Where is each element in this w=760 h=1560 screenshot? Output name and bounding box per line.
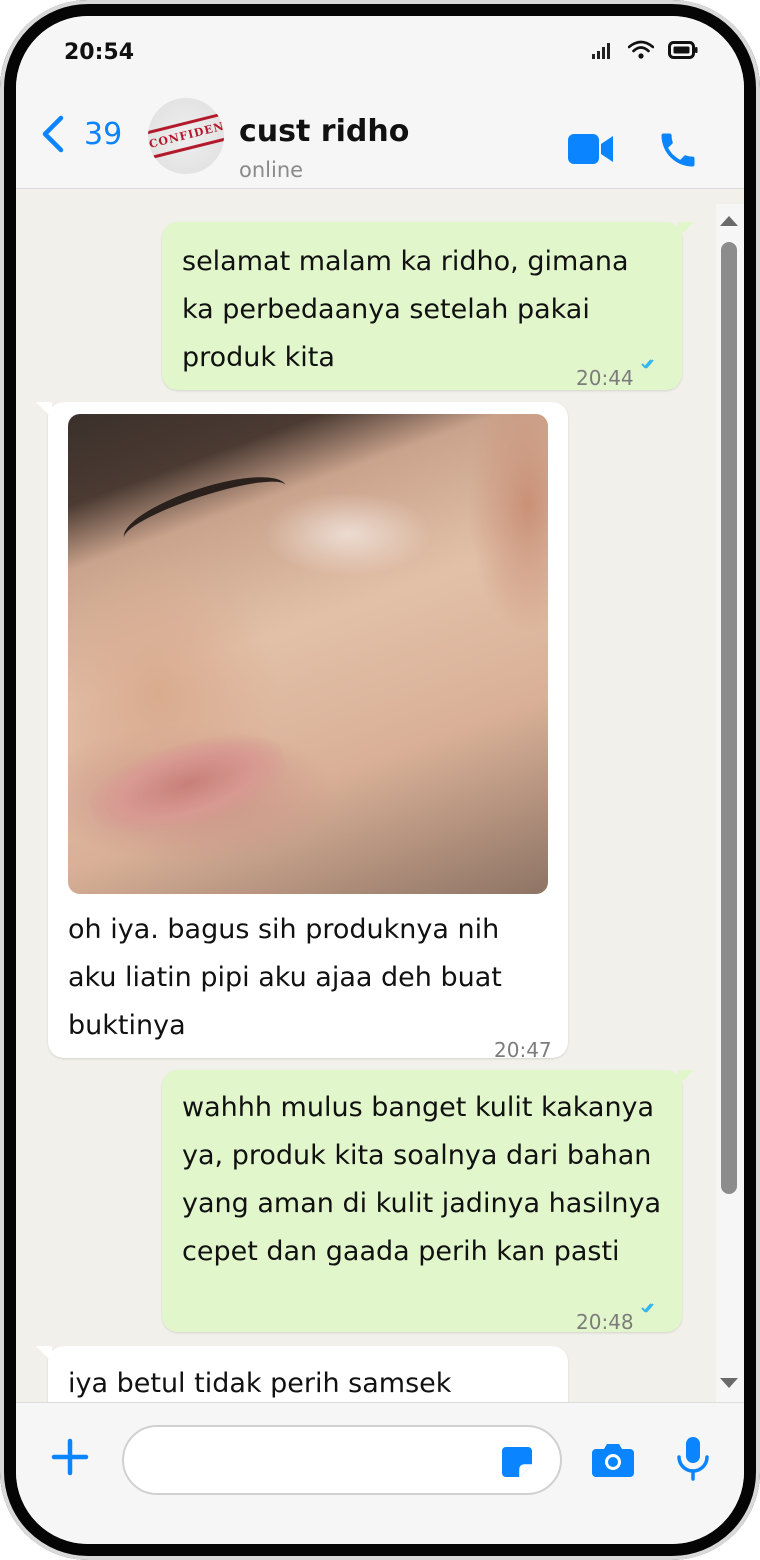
wifi-icon: [628, 40, 654, 59]
message-input[interactable]: [122, 1425, 562, 1495]
scroll-down-arrow[interactable]: [720, 1378, 738, 1388]
screen: 20:54 39 CONFIDENTIAL cust ridho online …: [16, 16, 744, 1544]
scroll-thumb[interactable]: [721, 242, 737, 1194]
read-ticks-icon: [641, 359, 654, 369]
status-time: 20:54: [64, 40, 135, 65]
message-bubble-outgoing[interactable]: wahhh mulus banget kulit kakanya ya, pro…: [162, 1070, 694, 1334]
message-bubble-incoming[interactable]: iya betul tidak perih samsek: [36, 1346, 568, 1402]
message-text: iya betul tidak perih samsek: [68, 1368, 452, 1399]
photo-eye-detail: [116, 462, 294, 562]
camera-button[interactable]: [592, 1441, 634, 1481]
unread-count: 39: [84, 116, 123, 152]
microphone-button[interactable]: [676, 1437, 710, 1485]
status-icons: [592, 40, 698, 60]
plus-icon: [51, 1438, 89, 1476]
battery-icon: [668, 41, 698, 59]
signal-icon: [592, 43, 610, 59]
camera-icon: [592, 1444, 634, 1477]
avatar-stamp: CONFIDENTIAL: [148, 109, 224, 159]
scroll-up-arrow[interactable]: [720, 216, 738, 226]
bubble-tail: [678, 1070, 694, 1086]
message-text: oh iya. bagus sih produknya nih aku liat…: [68, 914, 502, 1041]
microphone-icon: [677, 1437, 709, 1481]
message-time: 20:47: [494, 1038, 552, 1062]
message-time: 20:44: [576, 366, 634, 390]
bubble-tail: [36, 402, 52, 418]
message-time: 20:48: [576, 1310, 634, 1334]
avatar[interactable]: CONFIDENTIAL: [148, 98, 224, 174]
contact-status: online: [239, 158, 304, 182]
phone-call-icon: [661, 133, 695, 167]
read-ticks-icon: [641, 1303, 654, 1313]
message-bubble-outgoing[interactable]: selamat malam ka ridho, gimana ka perbed…: [162, 222, 694, 390]
message-text: wahhh mulus banget kulit kakanya ya, pro…: [182, 1092, 662, 1267]
status-bar: 20:54: [16, 16, 744, 92]
scrollbar[interactable]: [716, 204, 744, 1402]
photo-attachment[interactable]: [68, 414, 548, 894]
chat-header: 39 CONFIDENTIAL cust ridho online: [16, 92, 744, 189]
chat-area[interactable]: selamat malam ka ridho, gimana ka perbed…: [16, 188, 744, 1402]
sticker-icon: [502, 1447, 532, 1477]
bubble-tail: [36, 1346, 52, 1362]
bubble-tail: [678, 222, 694, 238]
sticker-button[interactable]: [500, 1445, 534, 1483]
message-bubble-incoming[interactable]: oh iya. bagus sih produknya nih aku liat…: [36, 402, 568, 1062]
video-call-icon: [568, 134, 613, 164]
contact-name[interactable]: cust ridho: [239, 114, 409, 149]
input-bar: [16, 1402, 744, 1544]
video-call-button[interactable]: [568, 132, 614, 170]
back-chevron-icon: [42, 115, 64, 153]
phone-call-button[interactable]: [656, 128, 700, 176]
photo-lips-detail: [80, 717, 296, 851]
back-button[interactable]: 39: [40, 114, 122, 154]
attach-button[interactable]: [50, 1437, 90, 1481]
